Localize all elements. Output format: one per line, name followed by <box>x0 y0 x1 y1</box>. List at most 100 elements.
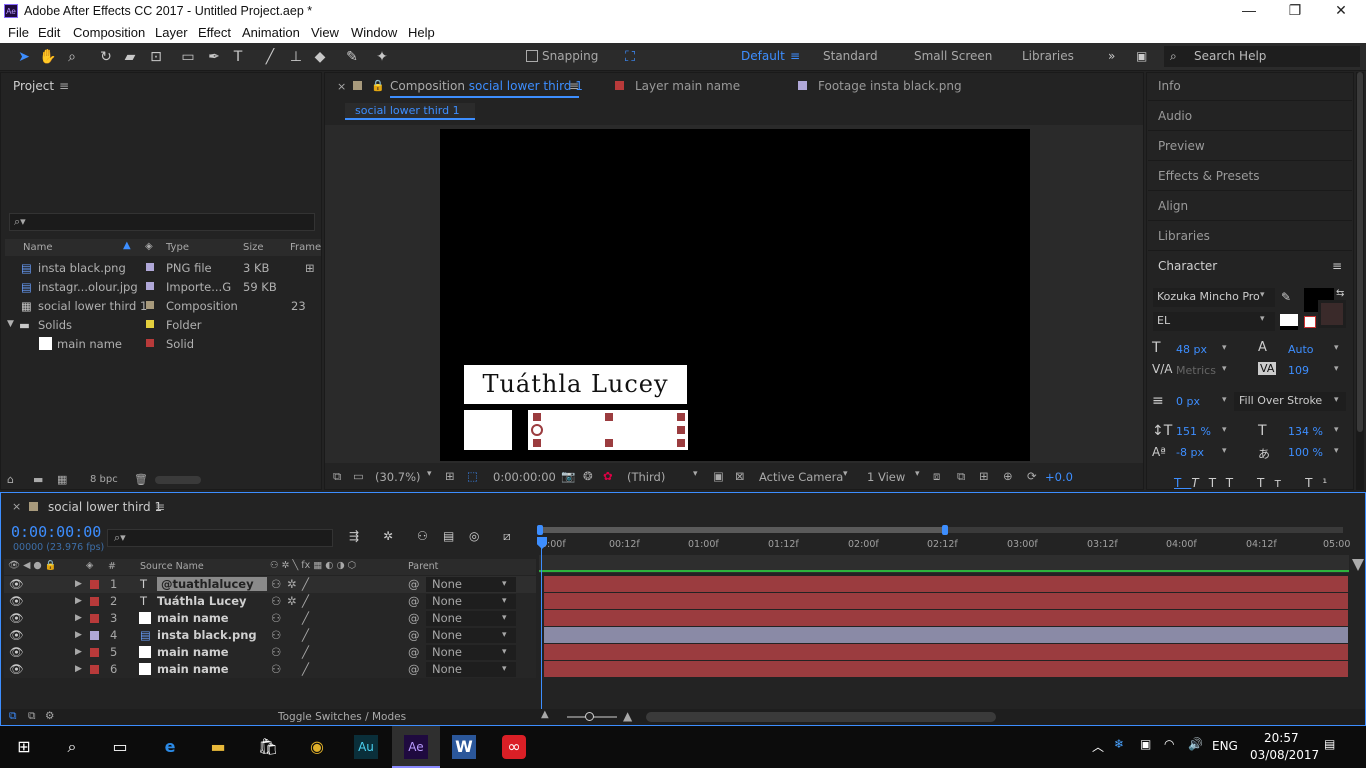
layer-duration-bar[interactable] <box>544 661 1348 677</box>
layer-name[interactable]: @tuathlalucey <box>157 577 267 591</box>
in-out-icon[interactable]: ⚙ <box>45 710 54 722</box>
selection-handle[interactable] <box>533 413 541 421</box>
quality-switch-icon[interactable]: ╱ <box>302 645 309 659</box>
menu-layer[interactable]: Layer <box>155 25 188 40</box>
word-icon[interactable]: W <box>452 735 476 759</box>
shy-switch-icon[interactable]: ⚇ <box>271 594 281 608</box>
layer-name[interactable]: Tuáthla Lucey <box>157 594 247 608</box>
selection-tool-icon[interactable]: ➤ <box>14 47 34 67</box>
motion-blur-icon[interactable]: ◎ <box>469 529 479 543</box>
tab-layer[interactable]: Layer main name <box>635 79 740 93</box>
clock-date[interactable]: 03/08/2017 <box>1250 748 1319 762</box>
maximize-icon[interactable]: ❐ <box>1286 2 1304 20</box>
channel-icon[interactable]: ✿ <box>603 469 613 483</box>
shy-switch-icon[interactable]: ⚇ <box>271 645 281 659</box>
always-preview-icon[interactable]: ⧉ <box>333 469 341 484</box>
project-item[interactable]: ▤ instagr...olour.jpg Importe...G 59 KB <box>5 277 305 296</box>
more-workspaces-icon[interactable]: » <box>1108 49 1115 63</box>
timeline-timecode[interactable]: 0:00:00:00 <box>11 523 101 541</box>
delete-icon[interactable]: 🗑 <box>134 473 148 486</box>
col-frame[interactable]: Frame <box>290 242 321 253</box>
pickwhip-icon[interactable]: @ <box>408 611 420 625</box>
time-ruler[interactable]: 0:00f 00:12f 01:00f 01:12f 02:00f 02:12f… <box>539 539 1350 555</box>
selection-handle[interactable] <box>605 439 613 447</box>
workspace-menu-icon[interactable]: ≡ <box>790 49 800 63</box>
roto-brush-tool-icon[interactable]: ✎ <box>342 47 362 67</box>
eraser-tool-icon[interactable]: ◆ <box>310 47 330 67</box>
audition-icon[interactable]: Au <box>354 735 378 759</box>
wifi-icon[interactable]: ◠ <box>1164 737 1174 751</box>
label-color[interactable] <box>90 648 99 657</box>
zoom-in-icon[interactable]: ▲ <box>623 709 632 723</box>
label-color[interactable] <box>90 665 99 674</box>
menu-window[interactable]: Window <box>351 25 397 40</box>
zoom-tool-icon[interactable]: ⌕ <box>62 47 82 67</box>
pickwhip-icon[interactable]: @ <box>408 594 420 608</box>
layer-row[interactable]: 👁 ▶ 4 ▤ insta black.png ⚇ ╱ @ None ▾ <box>4 627 536 644</box>
reset-exposure-icon[interactable]: ⟳ <box>1027 469 1037 483</box>
visibility-eye-icon[interactable]: 👁 <box>9 662 24 676</box>
visibility-eye-icon[interactable]: 👁 <box>9 645 24 659</box>
panel-info[interactable]: Info <box>1158 79 1181 93</box>
project-item[interactable]: ▼ ▬ Solids Folder <box>5 315 305 334</box>
comp-marker-bin[interactable] <box>1352 559 1364 571</box>
pickwhip-icon[interactable]: @ <box>408 662 420 676</box>
shy-switch-icon[interactable]: ⚇ <box>271 662 281 676</box>
work-area-start-handle[interactable] <box>537 525 543 535</box>
store-icon[interactable]: 🛍 <box>256 735 280 759</box>
hide-shy-layers-icon[interactable]: ⚇ <box>417 529 428 543</box>
chrome-icon[interactable]: ◉ <box>305 735 329 759</box>
rectangle-tool-icon[interactable]: ▭ <box>178 47 198 67</box>
display-icon[interactable]: ▭ <box>353 469 364 483</box>
no-color-swatch[interactable] <box>1304 316 1316 328</box>
selection-handle[interactable] <box>677 426 685 434</box>
current-time-indicator[interactable] <box>541 537 542 713</box>
panel-audio[interactable]: Audio <box>1158 109 1192 123</box>
timeline-scrollbar[interactable] <box>646 712 996 722</box>
tray-app-icon[interactable]: ▣ <box>1140 737 1151 751</box>
viewer-timecode[interactable]: 0:00:00:00 <box>493 470 556 484</box>
layer-row[interactable]: 👁 ▶ 5 main name ⚇ ╱ @ None ▾ <box>4 644 536 661</box>
search-icon[interactable]: ⌕ <box>60 735 84 759</box>
stroke-color-swatch[interactable] <box>1318 300 1346 328</box>
file-explorer-icon[interactable]: ▬ <box>206 735 230 759</box>
comp-selected-solid[interactable] <box>528 410 688 450</box>
visibility-eye-icon[interactable]: 👁 <box>9 577 24 591</box>
layer-name[interactable]: main name <box>157 662 229 676</box>
eyedropper-icon[interactable]: ✎ <box>1281 290 1291 304</box>
fast-previews-icon[interactable]: ⧉ <box>957 469 965 484</box>
panel-effects-presets[interactable]: Effects & Presets <box>1158 169 1259 183</box>
layer-name[interactable]: main name <box>157 645 229 659</box>
volume-icon[interactable]: 🔊 <box>1188 737 1203 751</box>
pan-behind-tool-icon[interactable]: ⊡ <box>146 47 166 67</box>
label-tag-icon[interactable]: ◈ <box>145 241 153 252</box>
project-item[interactable]: ▦ social lower third 1 Composition 23 <box>5 296 306 315</box>
frame-blending-icon[interactable]: ▤ <box>443 529 454 543</box>
modes-icon[interactable]: ⧉ <box>28 710 36 723</box>
baseline-shift-value[interactable]: -8 px <box>1176 446 1204 459</box>
visibility-eye-icon[interactable]: 👁 <box>9 628 24 642</box>
font-family-select[interactable]: Kozuka Mincho Pro <box>1153 288 1275 307</box>
project-search-input[interactable]: ⌕▾ <box>9 213 315 231</box>
workspace-libraries[interactable]: Libraries <box>1022 49 1074 63</box>
quality-switch-icon[interactable]: ╱ <box>302 662 309 676</box>
expand-arrow-icon[interactable]: ▼ <box>7 319 14 329</box>
expand-arrow-icon[interactable]: ▶ <box>75 596 82 606</box>
windows-start-icon[interactable]: ⊞ <box>12 735 36 759</box>
expand-arrow-icon[interactable]: ▶ <box>75 630 82 640</box>
work-area-bar[interactable] <box>537 525 1343 535</box>
layer-duration-bar[interactable] <box>544 593 1348 609</box>
thumbnail-slider[interactable] <box>155 476 201 484</box>
label-color[interactable] <box>90 631 99 640</box>
lock-icon[interactable]: 🔒 <box>371 79 385 92</box>
layer-row[interactable]: 👁 ▶ 6 main name ⚇ ╱ @ None ▾ <box>4 661 536 678</box>
panel-menu-icon[interactable]: ≡ <box>1332 259 1342 273</box>
snapping-checkbox[interactable] <box>526 50 538 62</box>
exposure-value[interactable]: +0.0 <box>1045 470 1073 484</box>
hand-tool-icon[interactable]: ✋ <box>38 47 58 67</box>
camera-tool-icon[interactable]: ▰ <box>120 47 140 67</box>
panel-menu-icon[interactable]: ≡ <box>59 79 69 93</box>
tab-footage[interactable]: Footage insta black.png <box>818 79 962 93</box>
workspace-standard[interactable]: Standard <box>823 49 878 63</box>
project-item[interactable]: ▤ insta black.png PNG file 3 KB ⊞ <box>5 258 315 277</box>
